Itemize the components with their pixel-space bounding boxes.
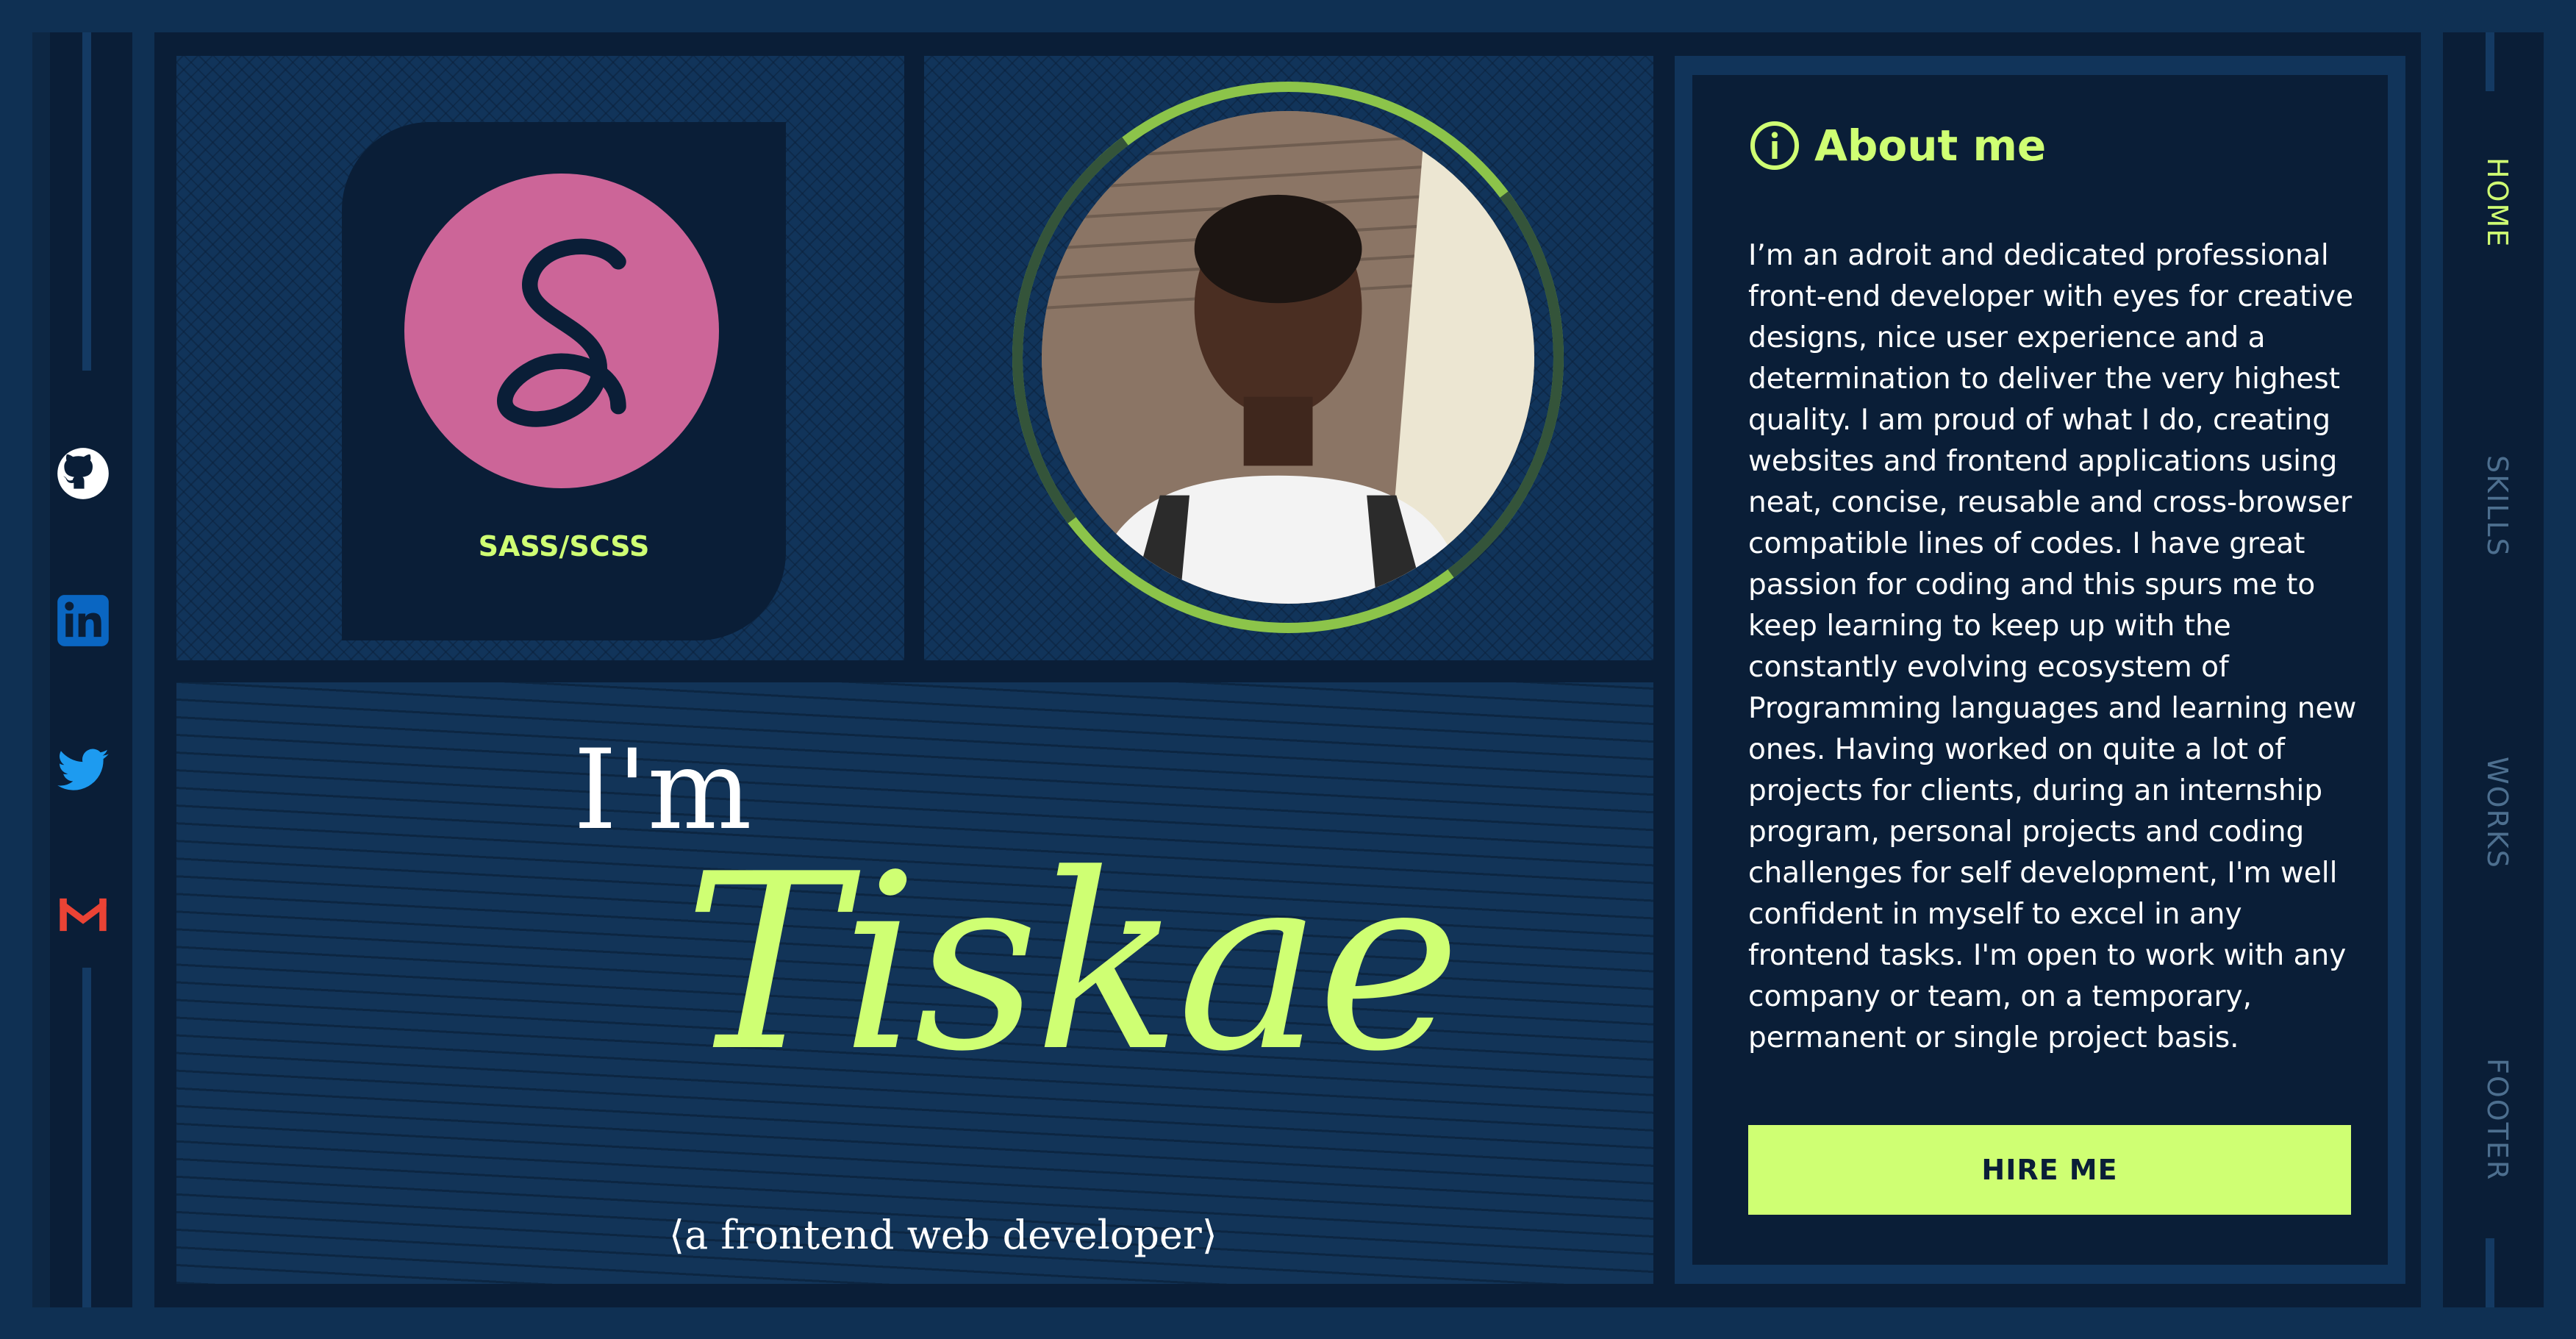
section-nav: HOME SKILLS WORKS FOOTER	[2443, 32, 2544, 1307]
nav-works[interactable]: WORKS	[2481, 757, 2514, 869]
skill-panel: SASS/SCSS	[176, 56, 904, 660]
intro-name: Tiskae	[684, 822, 1461, 1104]
nav-home[interactable]: HOME	[2481, 157, 2514, 248]
twitter-link[interactable]	[54, 740, 112, 799]
about-text: I’m an adroit and dedicated professional…	[1748, 239, 2357, 1054]
about-title: About me	[1814, 121, 2047, 171]
main-frame: SASS/SCSS I'm Tiskae ⟨a frontend web dev…	[154, 32, 2421, 1307]
github-icon	[57, 448, 109, 499]
social-sidebar	[32, 32, 132, 1307]
photo-panel	[924, 56, 1653, 660]
nav-footer[interactable]: FOOTER	[2481, 1058, 2514, 1181]
intro-panel: I'm Tiskae ⟨a frontend web developer⟩	[176, 682, 1653, 1284]
twitter-icon	[57, 749, 109, 790]
about-header: About me	[1748, 119, 2046, 172]
profile-ring-accent	[976, 56, 1600, 660]
linkedin-link[interactable]	[54, 591, 112, 650]
hire-me-button[interactable]: HIRE ME	[1748, 1125, 2351, 1215]
rail-line-top	[2486, 32, 2494, 91]
about-card: About me I’m an adroit and dedicated pro…	[1692, 75, 2388, 1265]
sass-logo	[404, 174, 719, 488]
rail-line-bottom	[82, 968, 91, 1307]
linkedin-icon	[57, 595, 109, 646]
info-icon	[1750, 121, 1799, 170]
intro-role: ⟨a frontend web developer⟩	[669, 1212, 1217, 1258]
rail-line-top	[82, 32, 91, 371]
nav-skills[interactable]: SKILLS	[2481, 455, 2514, 557]
sass-icon	[497, 238, 626, 427]
skill-label: SASS/SCSS	[478, 530, 650, 563]
rail-strip	[32, 32, 50, 1307]
gmail-link[interactable]	[54, 885, 112, 944]
rail-line-bottom	[2486, 1238, 2494, 1307]
about-panel: About me I’m an adroit and dedicated pro…	[1675, 56, 2405, 1284]
skill-card[interactable]: SASS/SCSS	[342, 122, 786, 640]
gmail-icon	[60, 898, 107, 932]
github-link[interactable]	[54, 444, 112, 503]
